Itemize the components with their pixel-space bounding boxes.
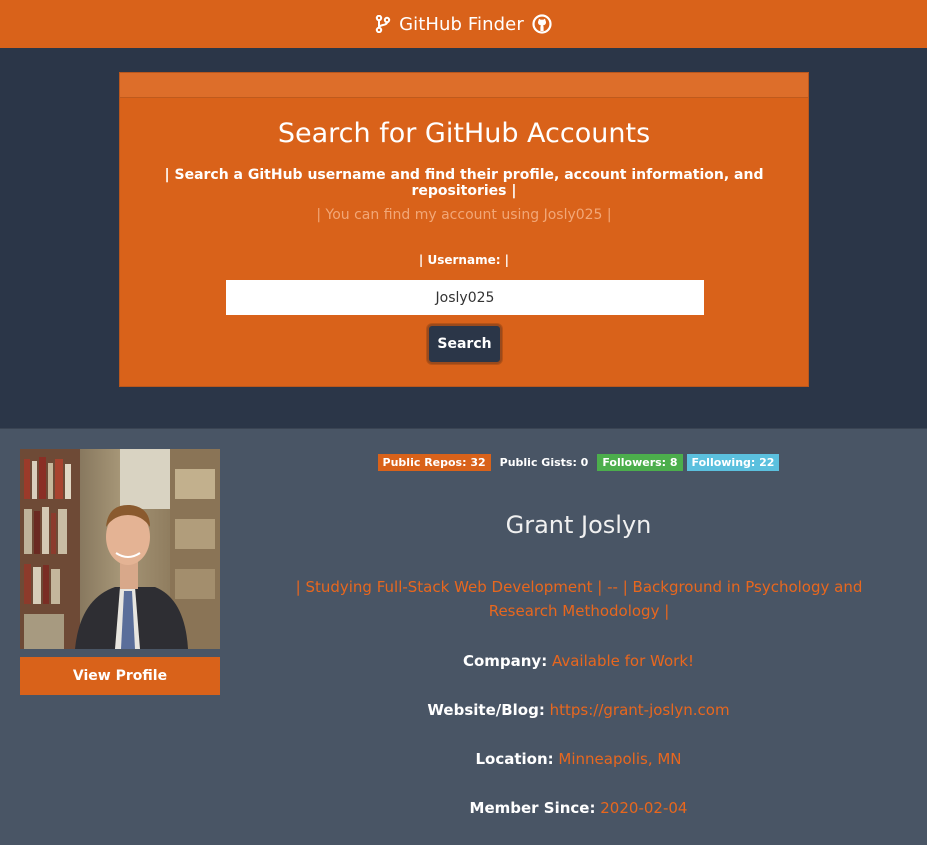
profile-bio: | Studying Full-Stack Web Development | … — [295, 578, 863, 620]
location-label: Location: — [475, 750, 554, 768]
brand-title[interactable]: GitHub Finder — [399, 14, 524, 35]
location-row: Location: Minneapolis, MN — [230, 750, 927, 768]
search-button[interactable]: Search — [427, 324, 502, 364]
navbar: GitHub Finder — [0, 0, 927, 48]
view-profile-button[interactable]: View Profile — [20, 657, 220, 695]
avatar — [20, 449, 220, 649]
search-hint: | You can find my account using Josly025… — [316, 207, 612, 223]
github-icon[interactable] — [532, 14, 552, 34]
username-input[interactable] — [226, 280, 704, 315]
company-label: Company: — [462, 652, 548, 670]
followers-badge: Followers: 8 — [597, 454, 683, 471]
website-label: Website/Blog: — [427, 701, 545, 719]
website-row: Website/Blog: https://grant-joslyn.com — [230, 701, 927, 719]
company-value: Available for Work! — [551, 652, 695, 670]
username-label: | Username: | — [418, 253, 510, 267]
public-repos-badge: Public Repos: 32 — [377, 454, 491, 471]
search-card: Search for GitHub Accounts | Search a Gi… — [119, 72, 809, 387]
card-header — [120, 73, 808, 98]
stats-badges: Public Repos: 32 Public Gists: 0 Followe… — [230, 454, 927, 471]
following-badge: Following: 22 — [686, 454, 780, 471]
company-row: Company: Available for Work! — [230, 652, 927, 670]
location-value: Minneapolis, MN — [558, 750, 682, 768]
member-since-row: Member Since: 2020-02-04 — [230, 799, 927, 817]
search-description: | Search a GitHub username and find thei… — [164, 167, 764, 199]
public-gists-badge: Public Gists: 0 — [499, 456, 589, 469]
member-since-value: 2020-02-04 — [600, 799, 688, 817]
code-branch-icon — [375, 15, 391, 33]
website-link[interactable]: https://grant-joslyn.com — [550, 701, 730, 719]
member-since-label: Member Since: — [469, 799, 596, 817]
search-title: Search for GitHub Accounts — [277, 118, 651, 149]
profile-section: View Profile Public Repos: 32 Public Gis… — [0, 428, 927, 845]
profile-name: Grant Joslyn — [505, 511, 652, 539]
